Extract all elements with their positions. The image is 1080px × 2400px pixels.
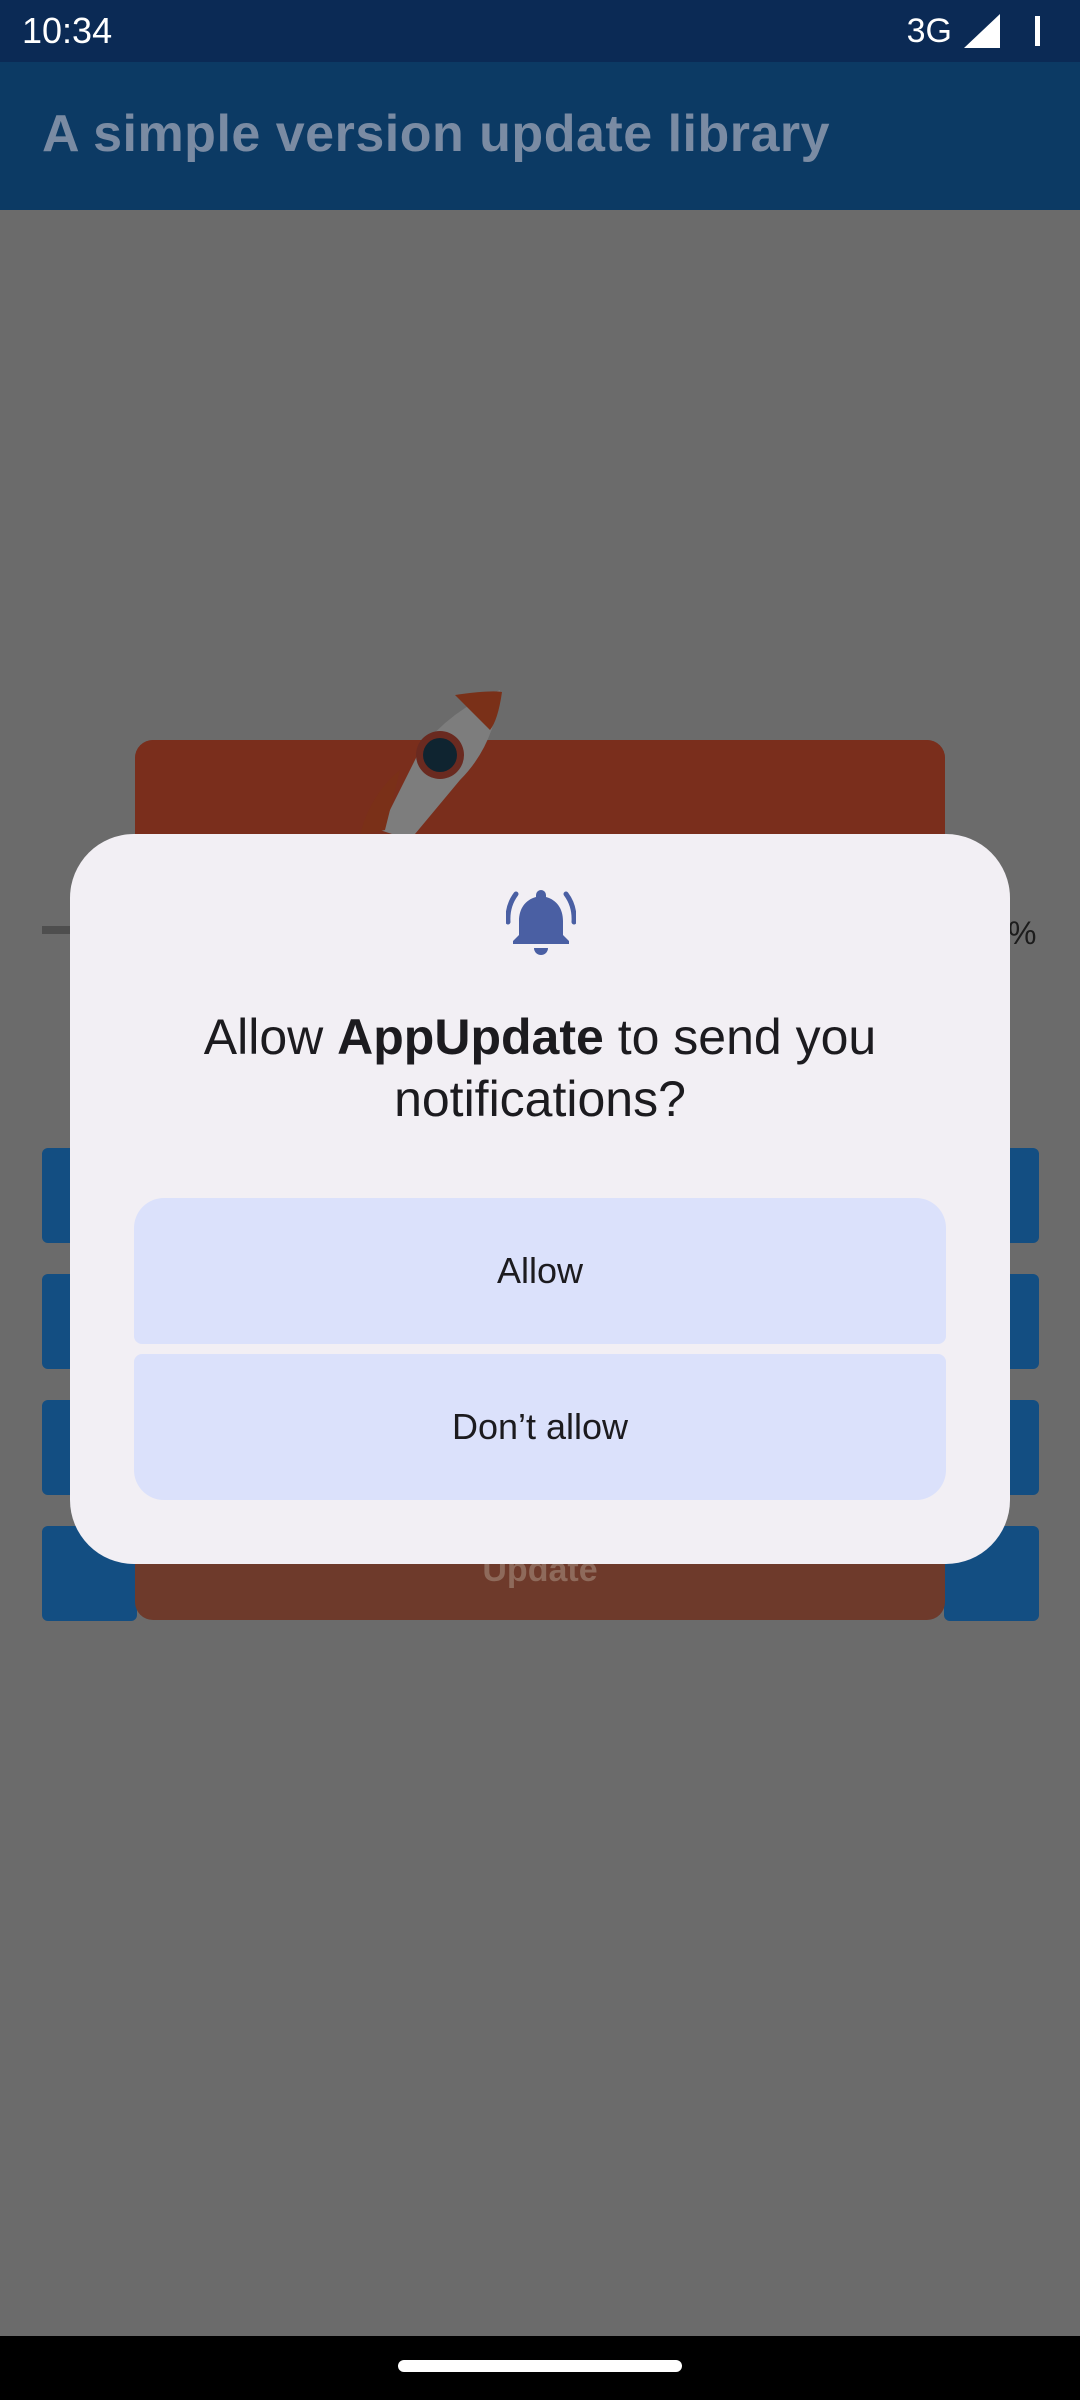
status-indicators: 3G — [907, 8, 1000, 54]
dont-allow-button[interactable]: Don’t allow — [134, 1354, 946, 1500]
bell-icon — [506, 890, 576, 955]
dialog-title-prefix: Allow — [203, 1009, 338, 1065]
notification-permission-dialog: Allow AppUpdate to send you notification… — [70, 834, 1010, 1564]
dialog-title: Allow AppUpdate to send you notification… — [130, 1006, 950, 1130]
navigation-bar — [0, 2336, 1080, 2400]
dialog-app-name: AppUpdate — [337, 1009, 604, 1065]
allow-button-label: Allow — [496, 1250, 584, 1291]
status-bar: 10:34 3G — [0, 0, 1080, 62]
progress-percent: % — [1008, 915, 1037, 951]
rocket-icon — [360, 690, 502, 840]
app-title: A simple version update library — [42, 105, 831, 163]
status-time: 10:34 — [22, 10, 113, 51]
network-type: 3G — [906, 12, 952, 50]
home-indicator[interactable] — [398, 2360, 682, 2372]
battery-icon — [1035, 16, 1040, 46]
allow-button[interactable]: Allow — [134, 1198, 946, 1344]
signal-icon — [964, 14, 1000, 48]
app-bar: A simple version update library — [0, 62, 1080, 210]
dont-allow-button-label: Don’t allow — [451, 1406, 629, 1447]
